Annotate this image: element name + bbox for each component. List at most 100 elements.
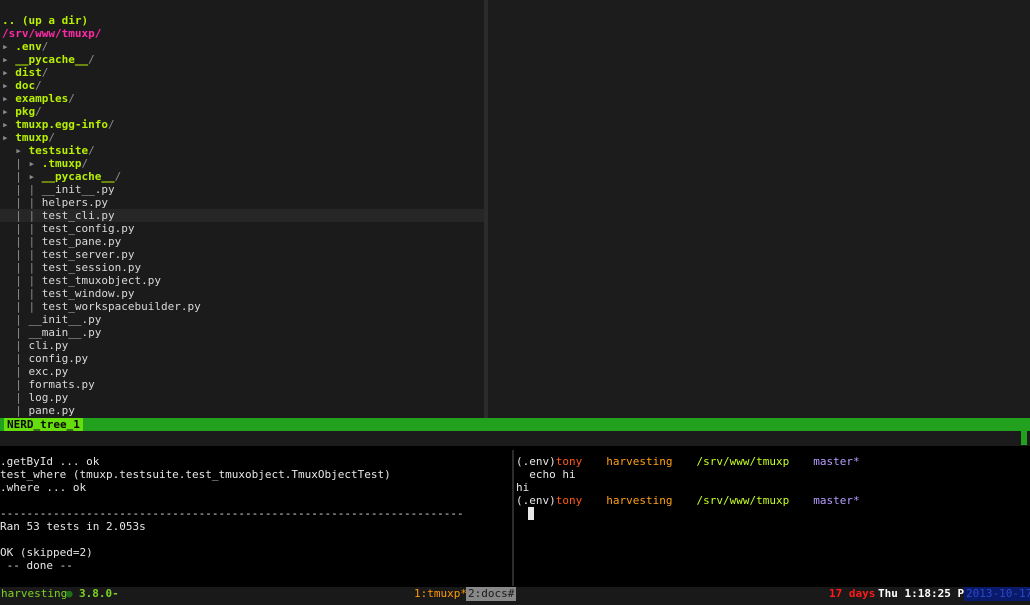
tree-dir-slash: / (41, 40, 49, 53)
shell-input-line[interactable] (516, 507, 1030, 520)
tree-item-label: helpers.py (41, 196, 108, 209)
vim-right-split[interactable] (484, 0, 1030, 418)
tree-indent: | (2, 404, 29, 417)
tree-indent: | | (2, 287, 42, 300)
prompt-path: /srv/www/tmuxp (696, 494, 790, 507)
tree-item-label: .. (up a dir) (2, 14, 89, 27)
tree-file-item[interactable]: | cli.py (0, 339, 484, 352)
tree-file-item[interactable]: | __init__.py (0, 313, 484, 326)
tmux-uptime: 17 days (829, 587, 876, 600)
terminal-output-line: .getById ... ok (0, 455, 100, 468)
tree-dir-item[interactable]: ▸ pkg/ (0, 105, 484, 118)
tree-file-item[interactable]: | exc.py (0, 365, 484, 378)
terminal-output-line: Ran 53 tests in 2.053s (0, 520, 146, 533)
tree-file-item[interactable]: | | helpers.py (0, 196, 484, 209)
statusline-buffer-name: NERD_tree_1 (4, 418, 83, 431)
tree-indent: | | (2, 300, 42, 313)
tree-dir-item[interactable]: ▸ dist/ (0, 66, 484, 79)
tree-item-label: pane.py (28, 404, 75, 417)
left-terminal-pane[interactable]: .getById ... ok test_where (tmuxp.testsui… (0, 455, 510, 585)
prompt-env: (.env) (516, 494, 556, 507)
tree-dir-item[interactable]: ▸ __pycache__/ (0, 53, 484, 66)
tree-file-item[interactable]: | | __init__.py (0, 183, 484, 196)
tree-file-item[interactable]: | | test_window.py (0, 287, 484, 300)
tree-item-label: doc (15, 79, 36, 92)
tree-dir-item[interactable]: ▸ doc/ (0, 79, 484, 92)
tree-indent: | | (2, 222, 42, 235)
tree-file-item[interactable]: | | test_session.py (0, 261, 484, 274)
tree-file-item[interactable]: | | test_tmuxobject.py (0, 274, 484, 287)
prompt-env: (.env) (516, 455, 556, 468)
tree-indent: | | (2, 261, 42, 274)
tree-indent: | | (2, 274, 42, 287)
tree-file-item[interactable]: | log.py (0, 391, 484, 404)
tree-item-label: test_cli.py (41, 209, 115, 222)
tree-dir-item[interactable]: | ▸ __pycache__/ (0, 170, 484, 183)
tree-file-item[interactable]: | | test_pane.py (0, 235, 484, 248)
tmux-clock: Thu 1:18:25 PM (878, 587, 971, 600)
tree-dir-item[interactable]: ▸ testsuite/ (0, 144, 484, 157)
tmux-session-name[interactable]: harvesting (1, 587, 67, 601)
tree-indent: | (2, 326, 29, 339)
tree-dir-item[interactable]: ▸ tmuxp.egg-info/ (0, 118, 484, 131)
tree-file-item[interactable]: | config.py (0, 352, 484, 365)
tree-item-label: pkg (15, 105, 36, 118)
tree-dir-slash: / (35, 105, 42, 118)
terminal-output-line: -- done -- (0, 559, 73, 572)
tmux-window-2[interactable]: 2:docs# (466, 587, 517, 601)
tree-item-label: exc.py (28, 365, 69, 378)
tree-dir-slash: / (107, 118, 115, 131)
tree-dir-slash: / (41, 66, 49, 79)
tree-indent: ▸ (2, 53, 16, 66)
tree-item-label: test_window.py (41, 287, 135, 300)
tree-file-item[interactable]: | formats.py (0, 378, 484, 391)
terminal-output-line: ----------------------------------------… (0, 507, 464, 520)
right-terminal-pane[interactable]: (.env)tony harvesting/srv/www/tmuxp master… (516, 455, 1030, 585)
tree-dir-item[interactable]: | ▸ .tmuxp/ (0, 157, 484, 170)
tree-file-item[interactable]: | | test_server.py (0, 248, 484, 261)
tree-item-label: __main__.py (28, 326, 102, 339)
nerdtree-panel[interactable]: .. (up a dir)/srv/www/tmuxp/▸ .env/▸ __p… (0, 14, 484, 418)
pane-divider[interactable] (0, 446, 1030, 450)
tree-item-label: __pycache__ (15, 53, 89, 66)
tree-indent: ▸ (2, 131, 16, 144)
tree-indent: | | (2, 248, 42, 261)
tree-dir-item[interactable]: ▸ .env/ (0, 40, 484, 53)
tree-item-label: test_workspacebuilder.py (41, 300, 201, 313)
terminal-output-line: .where ... ok (0, 481, 87, 494)
shell-output-line: hi (516, 481, 530, 494)
tree-indent: | | (2, 235, 42, 248)
tree-indent: ▸ (2, 79, 16, 92)
tree-indent: | (2, 391, 29, 404)
tree-item-label: __init__.py (28, 313, 102, 326)
vertical-pane-separator[interactable] (512, 450, 514, 586)
tree-indent: | (2, 352, 29, 365)
tree-dir-slash: / (88, 53, 95, 66)
prompt-branch: master* (813, 494, 860, 507)
tree-file-item[interactable]: | pane.py (0, 404, 484, 417)
tree-item-label: tmuxp.egg-info (15, 118, 108, 131)
tree-item-label: __init__.py (41, 183, 115, 196)
tree-file-item[interactable]: | | test_cli.py (0, 209, 484, 222)
tree-file-item[interactable]: | | test_config.py (0, 222, 484, 235)
tree-dir-slash: / (68, 92, 75, 105)
tree-up-dir[interactable]: .. (up a dir) (0, 14, 484, 27)
tree-dir-item[interactable]: ▸ tmuxp/ (0, 131, 484, 144)
prompt-host: harvesting (606, 455, 673, 468)
terminal-output-line: test_where (tmuxp.testsuite.test_tmuxobj… (0, 468, 391, 481)
tree-root-path[interactable]: /srv/www/tmuxp/ (0, 27, 484, 40)
prompt-user: tony (555, 455, 583, 468)
tree-file-item[interactable]: | | test_workspacebuilder.py (0, 300, 484, 313)
tree-indent: ▸ (2, 40, 16, 53)
tree-item-label: test_session.py (41, 261, 142, 274)
tree-item-label: tmuxp (15, 131, 49, 144)
tree-item-label: test_pane.py (41, 235, 122, 248)
tmux-window-1[interactable]: 1:tmuxp* (414, 587, 467, 601)
tree-file-item[interactable]: | __main__.py (0, 326, 484, 339)
tree-indent: ▸ (2, 118, 16, 131)
tree-dir-item[interactable]: ▸ examples/ (0, 92, 484, 105)
tree-item-label: formats.py (28, 378, 95, 391)
tmux-separator-icon: ● (66, 587, 73, 600)
